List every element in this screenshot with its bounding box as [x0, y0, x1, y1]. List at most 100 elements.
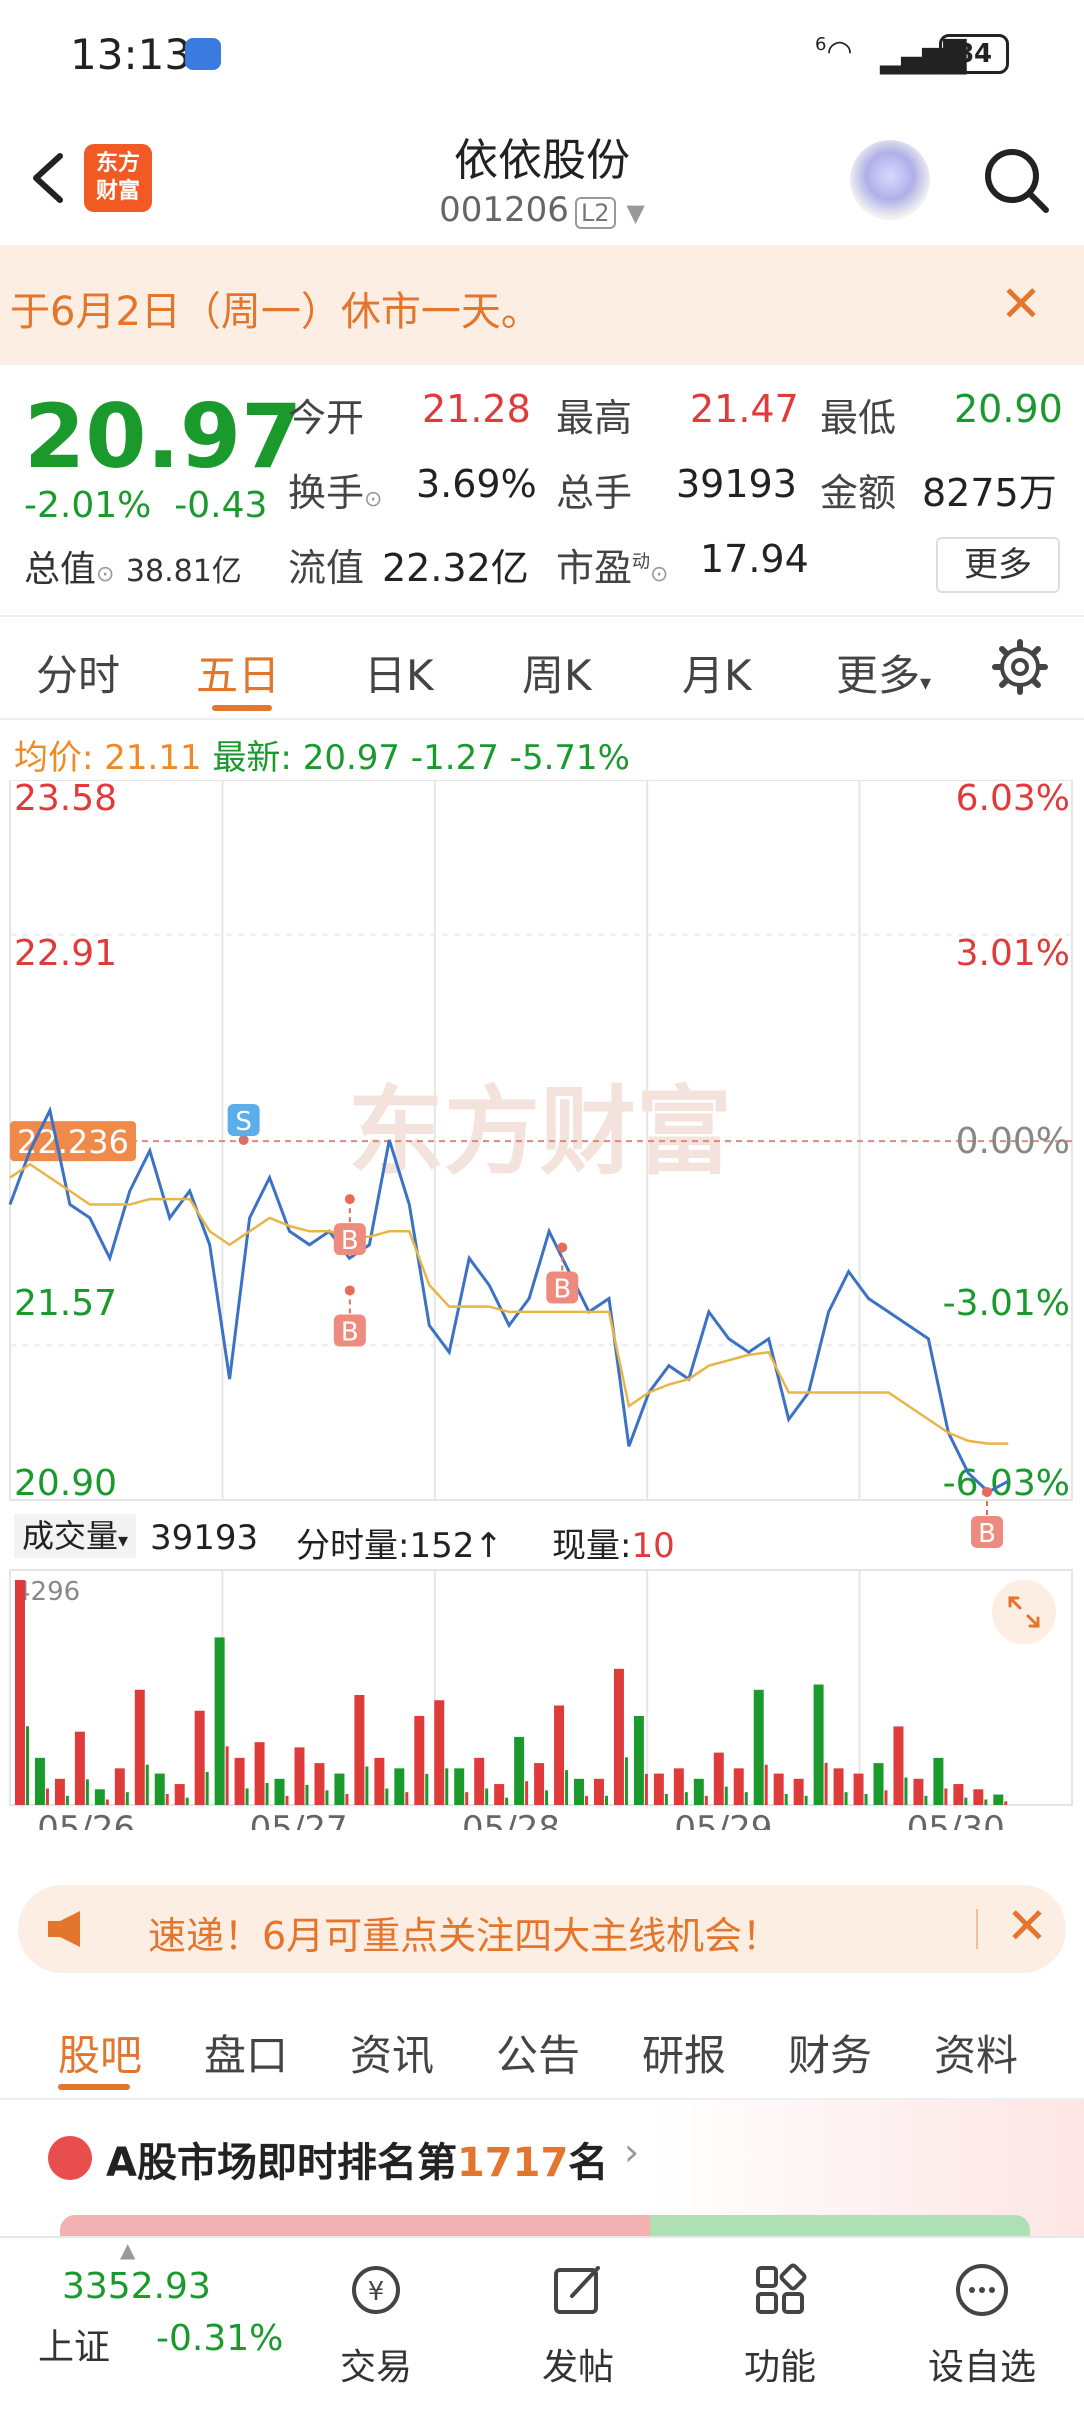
volume-bar [585, 1795, 589, 1805]
volume-bar [944, 1788, 948, 1805]
index-name[interactable]: 上证 [38, 2318, 110, 2370]
tab-guba[interactable]: 股吧 [58, 2022, 142, 2083]
current-price: 20.97 [24, 385, 303, 488]
trade-icon: ¥ [352, 2266, 400, 2314]
dropdown-icon[interactable]: ▼ [626, 199, 644, 227]
x-tick-label: 05/26 [37, 1809, 135, 1830]
x-tick-label: 05/29 [674, 1809, 772, 1830]
volume-bar [864, 1794, 868, 1805]
holiday-notice: 于6月2日（周一）休市一天。 ✕ [0, 245, 1084, 365]
index-change[interactable]: -0.31% [156, 2318, 283, 2359]
avg-price-row: 均价: 21.11 最新: 20.97 -1.27 -5.71% [14, 730, 630, 779]
index-value[interactable]: 3352.93 [62, 2266, 211, 2307]
promo-banner[interactable]: 速递！6月可重点关注四大主线机会！ ✕ [18, 1885, 1066, 1973]
watermark: 东方财富 [348, 1076, 732, 1188]
gear-icon[interactable] [990, 637, 1050, 697]
pe-value: 17.94 [700, 537, 809, 581]
tab-intraday[interactable]: 分时 [36, 642, 120, 703]
wifi-icon: 6◠ [815, 34, 853, 69]
volume-bar [85, 1779, 89, 1805]
volume-bar [214, 1637, 225, 1805]
nav-trade[interactable]: ¥ 交易 [296, 2238, 456, 2390]
turnover-label: 换手⊙ [288, 471, 383, 515]
tab-news[interactable]: 资讯 [350, 2022, 434, 2083]
more-quote-button[interactable]: 更多 [936, 537, 1060, 593]
volume-bar [853, 1773, 864, 1805]
avg-value: 21.11 [104, 738, 202, 778]
volume-bar [664, 1794, 668, 1805]
change-percent: -2.01% [24, 485, 152, 526]
nav-add-watchlist[interactable]: 设自选 [902, 2238, 1062, 2390]
promo-divider [976, 1909, 978, 1949]
expand-icon[interactable] [992, 1580, 1056, 1644]
promo-close-icon[interactable]: ✕ [1006, 1897, 1048, 1955]
nav-post[interactable]: 发帖 [498, 2238, 658, 2390]
x-tick-label: 05/30 [907, 1809, 1005, 1830]
volume-bar [74, 1731, 85, 1805]
quote-panel: 20.97 -2.01% -0.43 总值⊙ 38.81亿 今开 21.28 最… [0, 365, 1084, 615]
volume-bar [804, 1795, 808, 1805]
volume-bar [274, 1778, 285, 1805]
tab-monthly-k[interactable]: 月K [682, 642, 752, 703]
tab-daily-k[interactable]: 日K [364, 642, 434, 703]
volume-bar [514, 1736, 525, 1805]
y-tick-right: 0.00% [956, 1121, 1070, 1162]
rank-number: 1717 [456, 2140, 569, 2186]
volume-bar [265, 1783, 269, 1805]
x-tick-label: 05/27 [250, 1809, 348, 1830]
volume-bar [385, 1788, 389, 1805]
volume-bar [873, 1763, 884, 1805]
tab-announcements[interactable]: 公告 [496, 2022, 580, 2083]
y-tick-left: 23.58 [14, 780, 117, 819]
info-icon[interactable]: ⊙ [650, 562, 668, 587]
volume-bar [134, 1689, 145, 1805]
five-day-chart[interactable]: 东方财富 23.58 22.91 21.57 20.90 6.03% 3.01% 0.00% -… [0, 780, 1084, 1830]
assistant-robot-icon[interactable] [850, 140, 930, 220]
volume-bar [773, 1773, 784, 1805]
market-rank-card[interactable]: A股市场即时排名第1717名 › [0, 2100, 1084, 2245]
pe-sup: 动 [632, 551, 651, 573]
tab-five-day[interactable]: 五日 [196, 642, 280, 703]
tab-pankou[interactable]: 盘口 [204, 2022, 288, 2083]
volume-bar [565, 1770, 569, 1805]
volume-bar [185, 1797, 189, 1805]
volume-selector[interactable]: 成交量▾ [14, 1514, 137, 1558]
tab-more[interactable]: 更多▾ [836, 642, 931, 703]
volume-bar [474, 1757, 485, 1805]
active-tab-indicator [212, 705, 272, 711]
volume-bar [693, 1778, 704, 1805]
volume-value: 39193 [676, 462, 797, 506]
volume-bar [554, 1705, 565, 1805]
up-arrow-icon: ↑ [474, 1526, 503, 1566]
volume-bar [174, 1784, 185, 1805]
volume-bar [613, 1668, 624, 1805]
search-icon[interactable] [980, 144, 1052, 216]
tab-weekly-k[interactable]: 周K [522, 642, 592, 703]
y-tick-right: -3.01% [943, 1283, 1070, 1324]
volume-bar [633, 1715, 644, 1805]
x-tick-label: 05/28 [462, 1809, 560, 1830]
notice-text: 于6月2日（周一）休市一天。 [10, 289, 541, 335]
tab-profile[interactable]: 资料 [934, 2022, 1018, 2083]
volume-bar [465, 1792, 469, 1805]
tab-research[interactable]: 研报 [642, 2022, 726, 2083]
sell-marker: S [235, 1107, 252, 1137]
float-cap-label: 流值 [288, 546, 365, 590]
change-row: -2.01% -0.43 [24, 485, 267, 526]
notice-close-icon[interactable]: ✕ [1000, 275, 1042, 333]
volume-bar [844, 1792, 848, 1805]
volume-bar [434, 1700, 445, 1805]
volume-bar [154, 1773, 165, 1805]
market-cap-label: 总值 [24, 549, 97, 590]
volume-bar [824, 1762, 828, 1805]
volume-bar [205, 1772, 209, 1805]
volume-bar [813, 1684, 824, 1805]
info-icon[interactable]: ⊙ [364, 487, 382, 512]
rank-text: A股市场即时排名第1717名 [106, 2140, 609, 2186]
volume-label: 总手 [556, 471, 633, 515]
content-tabs: 股吧 盘口 资讯 公告 研报 财务 资料 [0, 2000, 1084, 2100]
tab-finance[interactable]: 财务 [788, 2022, 872, 2083]
nav-functions[interactable]: 功能 [700, 2238, 860, 2390]
volume-bar [245, 1788, 249, 1805]
info-icon[interactable]: ⊙ [96, 562, 114, 587]
